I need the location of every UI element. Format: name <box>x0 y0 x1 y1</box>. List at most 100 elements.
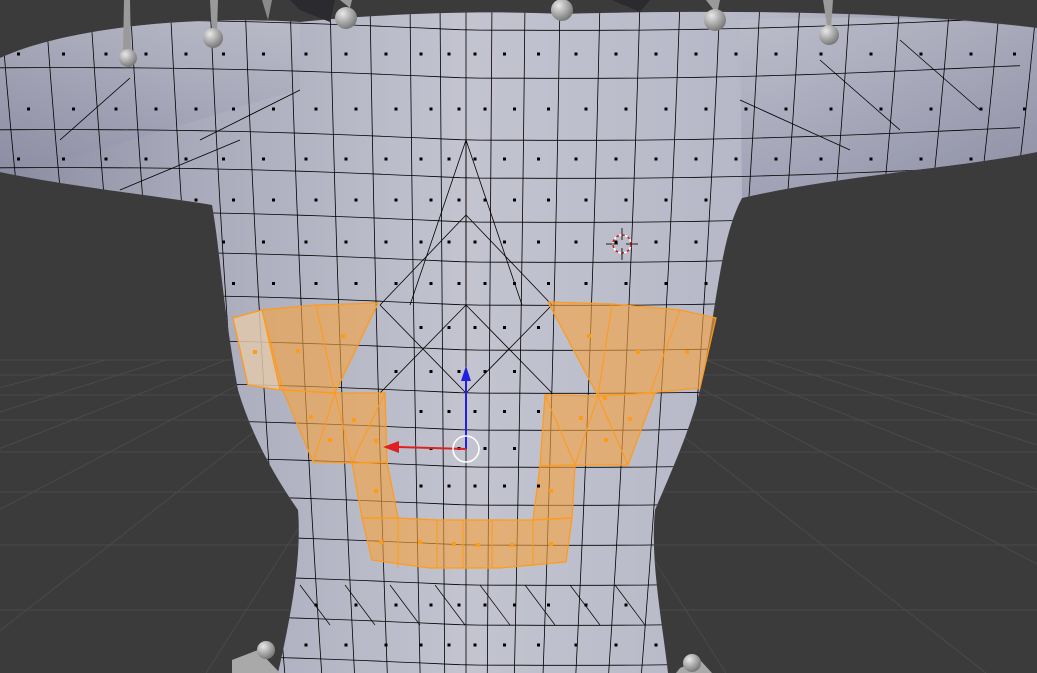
face-dot <box>184 52 188 56</box>
face-dot <box>104 52 108 56</box>
selected-face-dot[interactable] <box>685 350 689 354</box>
face-dot <box>232 198 235 202</box>
bone-joint-icon[interactable] <box>551 0 573 21</box>
selected-face-dot[interactable] <box>418 540 422 544</box>
face-dot <box>184 157 188 161</box>
face-dot <box>1023 603 1026 607</box>
face-dot <box>17 563 20 567</box>
selected-face-dot[interactable] <box>328 438 332 442</box>
face-dot <box>27 603 30 607</box>
selected-face-dot[interactable] <box>309 415 313 419</box>
viewport-canvas[interactable] <box>0 0 1037 673</box>
face-dot <box>547 107 550 111</box>
selected-face-dot[interactable] <box>374 439 378 443</box>
face-dot <box>869 410 873 413</box>
selected-face-dot[interactable] <box>549 542 553 546</box>
face-dot <box>447 643 451 647</box>
face-dot <box>144 52 148 56</box>
selected-face[interactable] <box>532 464 576 521</box>
bone-neck-left-icon[interactable] <box>262 0 272 20</box>
face-dot <box>184 240 188 244</box>
face-dot <box>447 326 451 329</box>
bone-joint-icon[interactable] <box>683 654 701 672</box>
face-dot <box>62 484 65 488</box>
face-dot <box>457 603 461 607</box>
selected-face-dot[interactable] <box>253 350 257 354</box>
bone-joint-icon[interactable] <box>335 7 357 29</box>
face-dot <box>457 198 461 202</box>
face-dot <box>614 240 618 244</box>
face-dot <box>624 282 628 285</box>
bone-joint-icon[interactable] <box>704 9 726 31</box>
selected-face-dot[interactable] <box>374 489 378 493</box>
face-dot <box>654 240 658 244</box>
face-dot <box>457 282 461 285</box>
selected-face-dot[interactable] <box>452 542 456 546</box>
face-dot <box>104 157 108 161</box>
selected-face-dot[interactable] <box>341 334 345 338</box>
face-dot <box>27 370 30 373</box>
face-dot <box>154 603 158 607</box>
face-dot <box>513 603 516 607</box>
face-dot <box>614 643 618 647</box>
face-dot <box>429 282 433 285</box>
3d-viewport[interactable] <box>0 0 1037 673</box>
selected-face-dot[interactable] <box>603 396 607 400</box>
face-dot <box>394 370 398 373</box>
face-dot <box>929 107 933 111</box>
bone-joint-icon[interactable] <box>119 49 137 67</box>
face-dot <box>1023 370 1026 373</box>
bone-neck-icon[interactable] <box>340 0 352 8</box>
face-dot <box>734 157 738 161</box>
selected-face-dot[interactable] <box>604 438 608 442</box>
grid-line <box>705 359 1037 491</box>
face-dot <box>262 157 265 161</box>
face-dot <box>447 484 451 488</box>
selected-face-dot[interactable] <box>476 543 480 547</box>
bone-joint-icon[interactable] <box>819 25 839 45</box>
face-dot <box>17 157 20 161</box>
face-dot <box>919 563 923 567</box>
face-dot <box>27 523 30 527</box>
face-dot <box>819 240 823 244</box>
face-dot <box>483 370 487 373</box>
face-dot <box>104 563 108 567</box>
face-dot <box>344 240 348 244</box>
face-dot <box>314 603 318 607</box>
face-dot <box>72 370 75 373</box>
selected-face-dot[interactable] <box>628 417 632 421</box>
face-dot <box>17 484 20 488</box>
selected-face-dot[interactable] <box>296 349 300 353</box>
grid-line <box>0 359 227 449</box>
selected-face-dot[interactable] <box>510 543 514 547</box>
face-dot <box>734 326 738 329</box>
selected-face-dot[interactable] <box>579 416 583 420</box>
face-dot <box>979 282 983 285</box>
face-dot <box>694 643 698 647</box>
face-dot <box>819 326 823 329</box>
face-dot <box>354 107 358 111</box>
selected-face-dot[interactable] <box>352 418 356 422</box>
face-dot <box>17 326 20 329</box>
bone-joint-icon[interactable] <box>257 641 275 659</box>
selected-face-dot[interactable] <box>636 350 640 354</box>
face-dot <box>654 643 658 647</box>
face-dot <box>654 52 658 56</box>
face-dot <box>144 240 148 244</box>
face-dot <box>473 410 477 413</box>
face-dot <box>869 157 873 161</box>
face-dot <box>483 198 487 202</box>
face-dot <box>584 282 588 285</box>
face-dot <box>624 198 628 202</box>
grid-line <box>765 359 1037 446</box>
selected-face[interactable] <box>361 517 573 569</box>
selected-face-dot[interactable] <box>379 540 383 544</box>
bone-joint-icon[interactable] <box>203 28 223 48</box>
face-dot <box>144 563 148 567</box>
selected-face-dot[interactable] <box>587 334 591 338</box>
face-dot <box>154 282 158 285</box>
face-dot <box>344 643 348 647</box>
face-dot <box>447 52 451 56</box>
selected-face-dot[interactable] <box>549 489 553 493</box>
face-dot <box>819 484 823 488</box>
